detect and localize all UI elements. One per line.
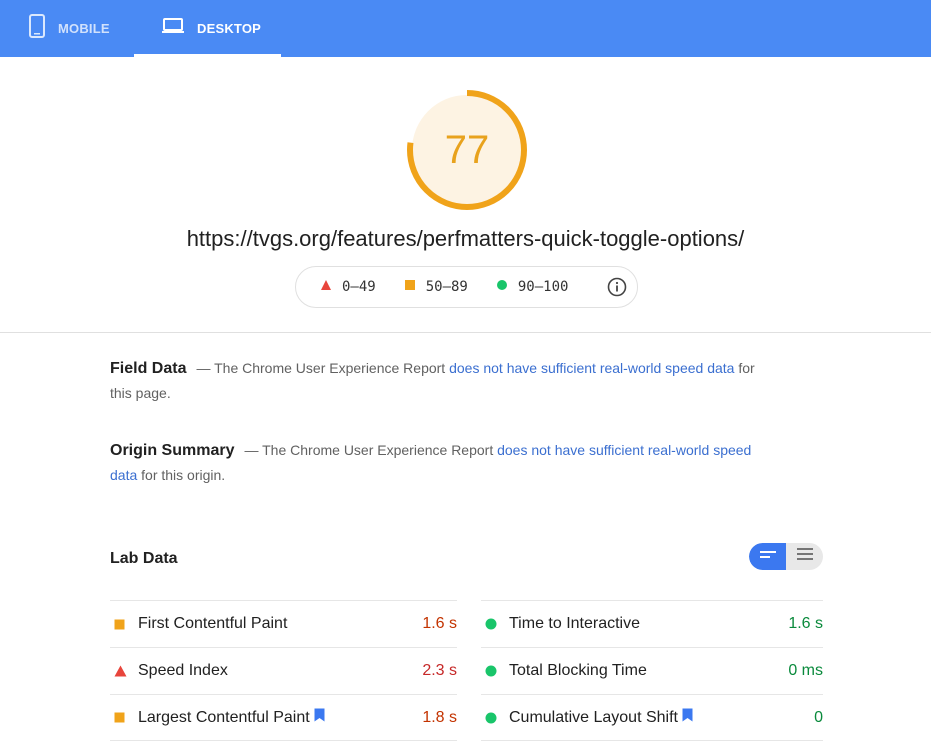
field-data-link[interactable]: does not have sufficient real-world spee… bbox=[449, 360, 734, 376]
metric-row: Time to Interactive 1.6 s bbox=[481, 600, 823, 647]
circle-icon bbox=[496, 278, 508, 296]
view-toggle bbox=[749, 543, 823, 570]
bookmark-icon[interactable] bbox=[314, 708, 325, 727]
metric-row: Cumulative Layout Shift 0 bbox=[481, 694, 823, 741]
tab-desktop-label: DESKTOP bbox=[197, 21, 262, 36]
short-lines-icon bbox=[759, 548, 777, 566]
info-icon[interactable] bbox=[607, 277, 627, 297]
laptop-icon bbox=[161, 17, 185, 40]
metric-value: 1.6 s bbox=[422, 615, 457, 632]
performance-score-gauge: 77 bbox=[405, 88, 529, 212]
metric-row: First Contentful Paint 1.6 s bbox=[110, 600, 457, 647]
circle-icon bbox=[481, 618, 509, 630]
metric-row: Speed Index 2.3 s bbox=[110, 647, 457, 694]
toggle-detail-view[interactable] bbox=[786, 543, 823, 570]
legend-range-fail: 0–49 bbox=[342, 279, 376, 295]
legend-range-pass: 90–100 bbox=[517, 279, 569, 295]
square-icon bbox=[404, 278, 416, 296]
legend-range-average: 50–89 bbox=[425, 279, 468, 295]
metric-label: Cumulative Layout Shift bbox=[509, 708, 678, 726]
page-url: https://tvgs.org/features/perfmatters-qu… bbox=[186, 226, 745, 251]
tab-mobile[interactable]: MOBILE bbox=[28, 0, 110, 57]
legend-item-pass: 90–100 bbox=[496, 278, 569, 296]
triangle-icon bbox=[320, 278, 332, 296]
origin-summary-title: Origin Summary bbox=[110, 442, 235, 459]
field-data-section: Field Data — The Chrome User Experience R… bbox=[110, 356, 770, 406]
metric-value: 1.8 s bbox=[422, 708, 457, 726]
metric-row: Total Blocking Time 0 ms bbox=[481, 647, 823, 694]
field-data-prefix: — The Chrome User Experience Report bbox=[196, 360, 450, 376]
report-tab-bar: MOBILE DESKTOP bbox=[0, 0, 931, 57]
section-divider bbox=[0, 332, 931, 333]
square-icon bbox=[110, 619, 138, 630]
metric-value: 0 bbox=[814, 708, 823, 726]
metrics-column-left: First Contentful Paint 1.6 s Speed Index 2.… bbox=[110, 600, 457, 741]
tab-desktop[interactable]: DESKTOP bbox=[134, 0, 281, 57]
field-data-title: Field Data bbox=[110, 360, 187, 377]
metric-label: Speed Index bbox=[138, 662, 228, 679]
triangle-icon bbox=[110, 665, 138, 677]
metric-row: Largest Contentful Paint 1.8 s bbox=[110, 694, 457, 741]
bookmark-icon[interactable] bbox=[682, 708, 693, 727]
origin-summary-suffix: for this origin. bbox=[137, 467, 226, 483]
text-lines-icon bbox=[796, 547, 814, 566]
tab-mobile-label: MOBILE bbox=[58, 21, 110, 36]
score-scale-legend: 0–49 50–89 90–100 bbox=[295, 266, 638, 308]
metric-value: 0 ms bbox=[788, 662, 823, 679]
origin-summary-section: Origin Summary — The Chrome User Experien… bbox=[110, 438, 770, 488]
origin-summary-prefix: — The Chrome User Experience Report bbox=[244, 442, 498, 458]
metric-label: Total Blocking Time bbox=[509, 662, 647, 679]
legend-item-fail: 0–49 bbox=[320, 278, 376, 296]
active-tab-indicator bbox=[134, 54, 281, 57]
metric-value: 2.3 s bbox=[422, 662, 457, 679]
performance-score: 77 bbox=[444, 127, 490, 172]
metric-label: First Contentful Paint bbox=[138, 615, 288, 632]
metric-value: 1.6 s bbox=[788, 615, 823, 632]
circle-icon bbox=[481, 665, 509, 677]
toggle-summary-view[interactable] bbox=[749, 543, 786, 570]
square-icon bbox=[110, 712, 138, 723]
lab-data-title: Lab Data bbox=[110, 550, 178, 567]
metrics-column-right: Time to Interactive 1.6 s Total Blocking T… bbox=[481, 600, 823, 741]
metric-label: Largest Contentful Paint bbox=[138, 708, 310, 726]
circle-icon bbox=[481, 712, 509, 724]
metric-label: Time to Interactive bbox=[509, 615, 641, 632]
legend-item-average: 50–89 bbox=[404, 278, 468, 296]
smartphone-icon bbox=[28, 13, 46, 44]
